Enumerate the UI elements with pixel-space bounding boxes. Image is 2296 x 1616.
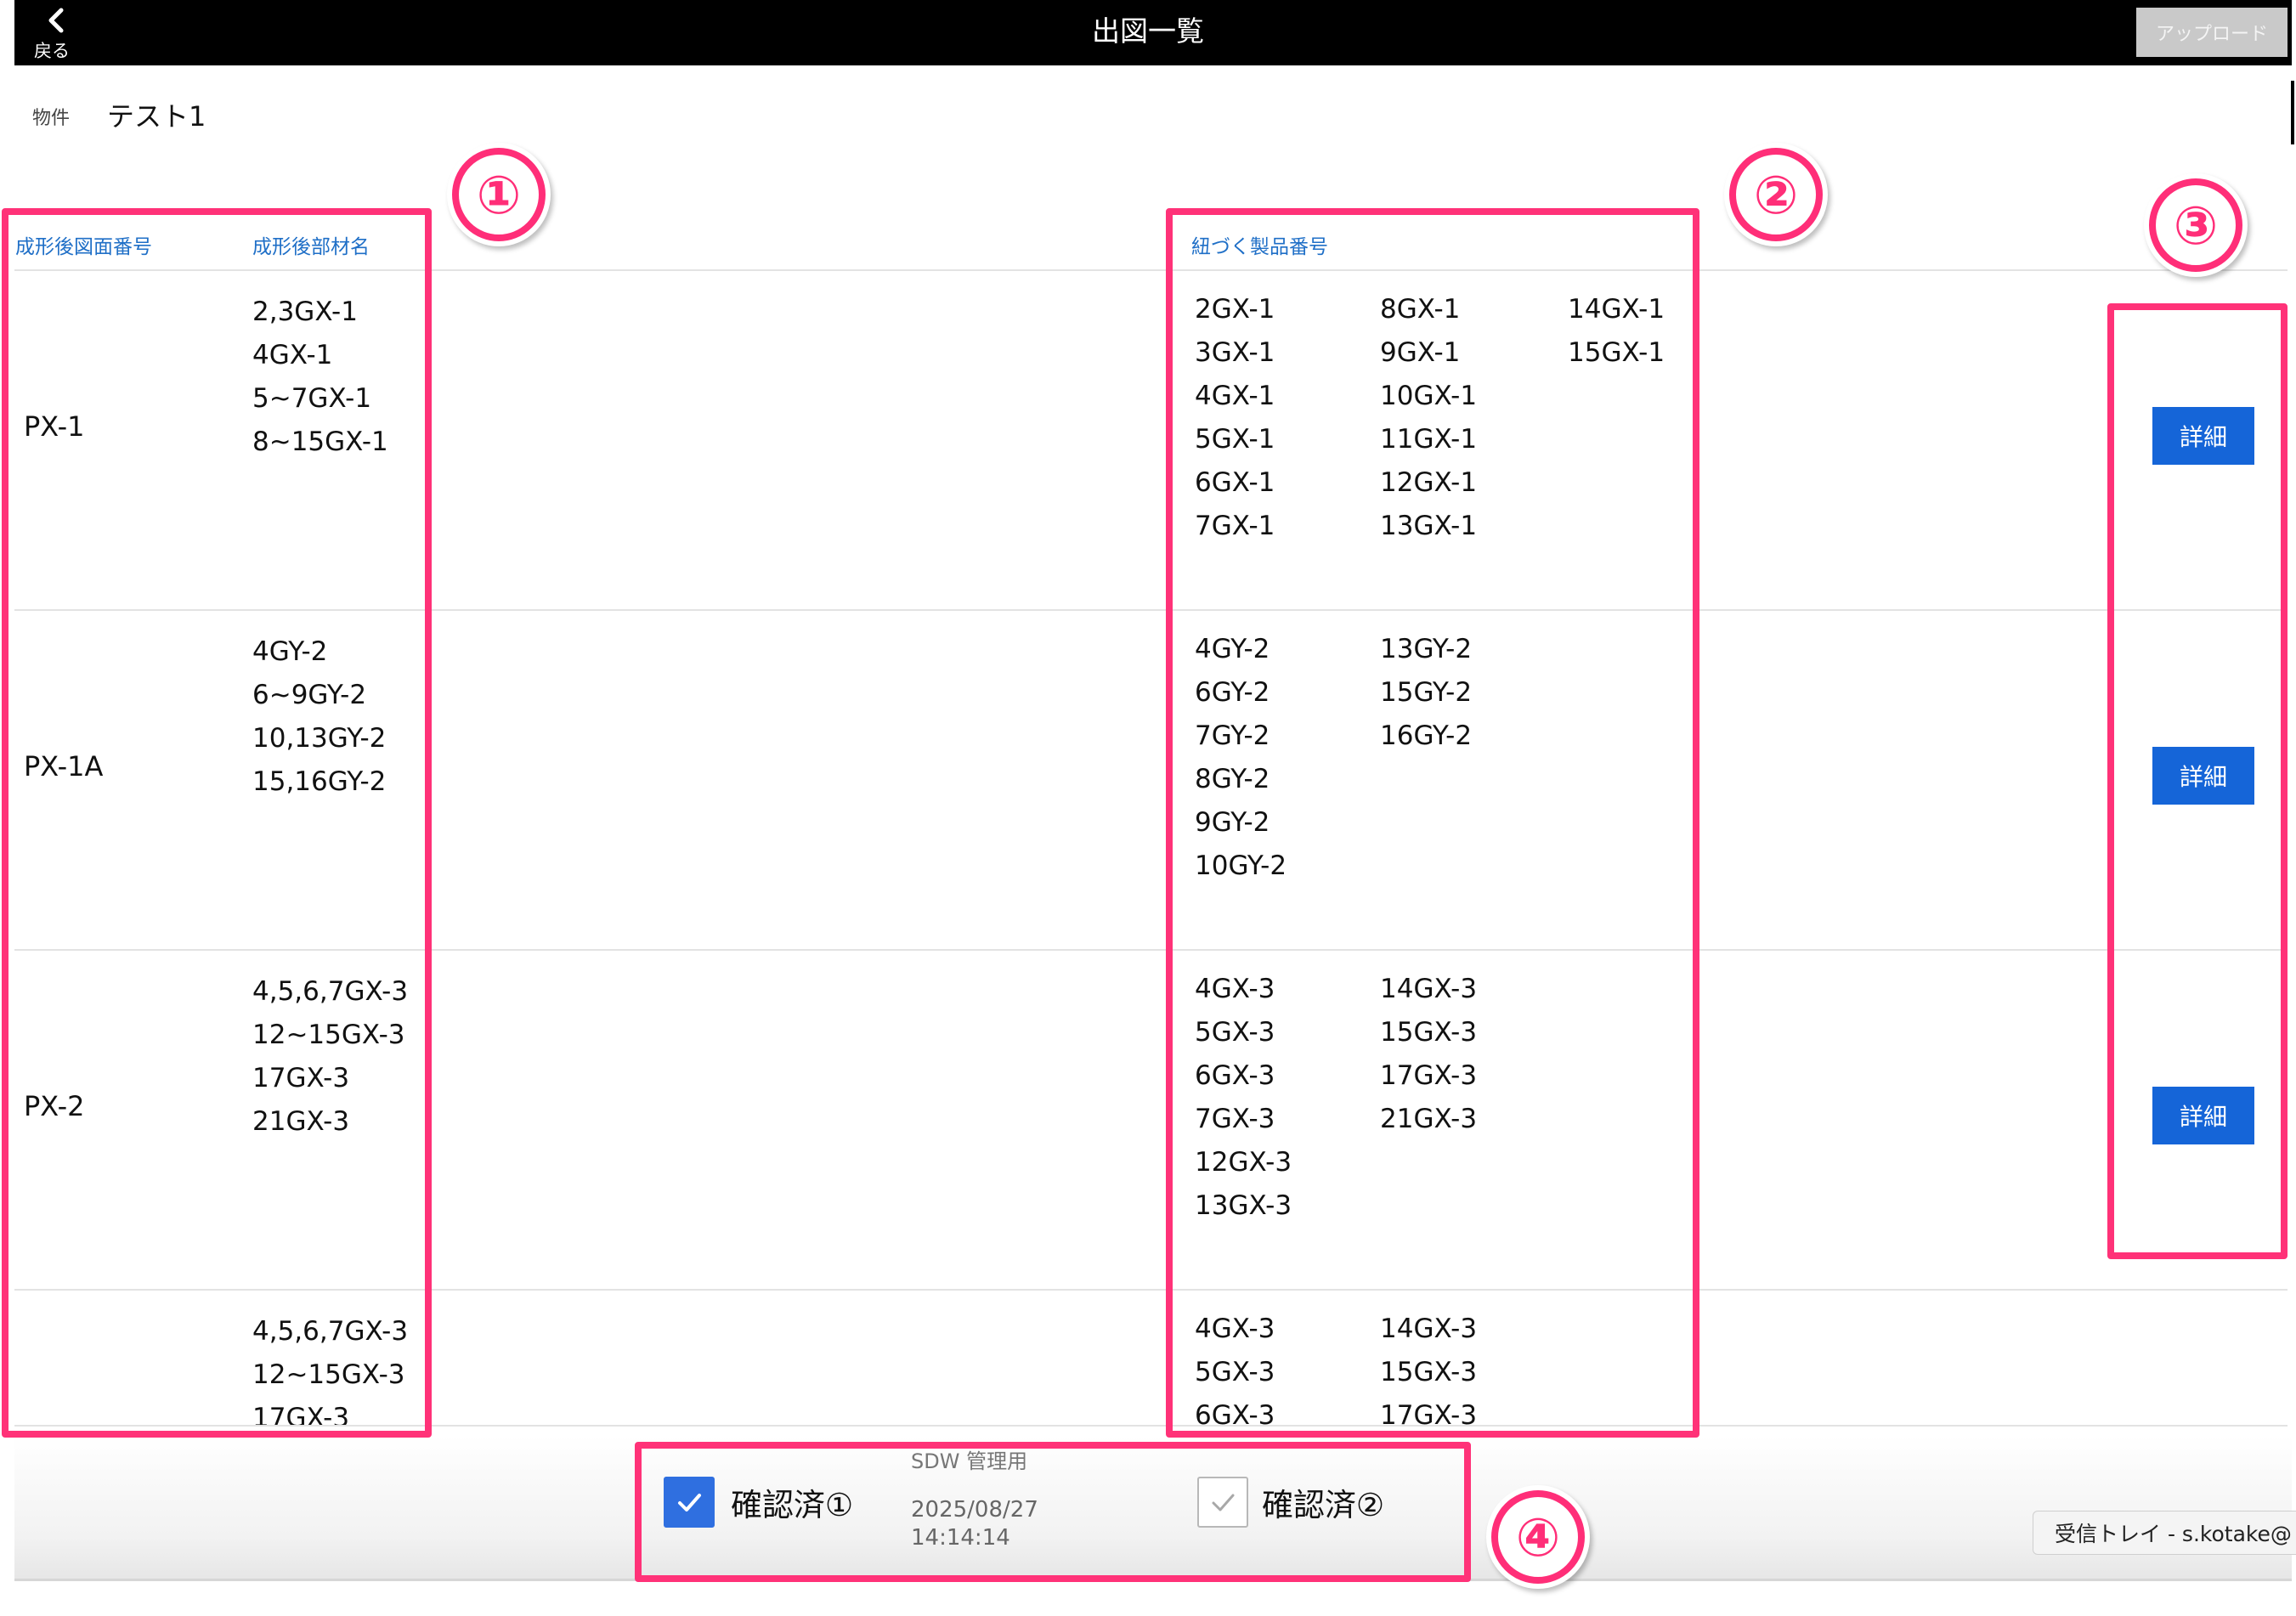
inbox-tab[interactable]: 受信トレイ - s.kotake@ — [2033, 1511, 2296, 1555]
annotation-box-3 — [2107, 303, 2288, 1259]
annotation-marker-3: ③ — [2144, 173, 2248, 277]
annotation-marker-1: ① — [447, 143, 551, 246]
scrollbar-thumb[interactable] — [2291, 81, 2294, 144]
annotation-box-2 — [1166, 208, 1699, 1438]
page-title: 出図一覧 — [1092, 14, 1204, 48]
property-name: テスト1 — [107, 100, 206, 133]
annotation-marker-4: ④ — [1486, 1485, 1590, 1589]
upload-button[interactable]: アップロード — [2136, 8, 2288, 57]
annotation-marker-2: ② — [1724, 143, 1828, 246]
annotation-box-4 — [635, 1442, 1471, 1582]
property-label: 物件 — [32, 108, 71, 129]
annotation-box-1 — [2, 208, 432, 1438]
scroll-edge — [2288, 78, 2296, 1616]
